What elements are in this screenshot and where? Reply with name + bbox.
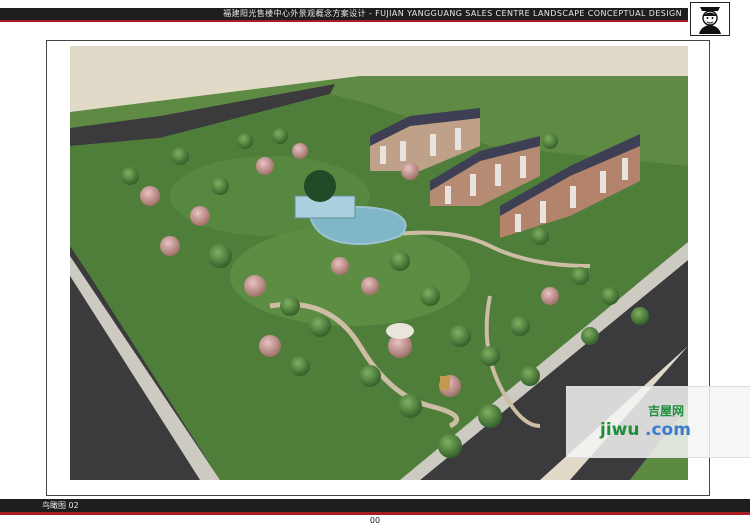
footer-bar — [0, 499, 750, 512]
watermark-name: 吉屋网 — [648, 404, 685, 418]
watermark-brand: jiwu — [600, 420, 640, 440]
portrait-logo-icon — [699, 7, 721, 34]
page-number: 00 — [369, 516, 381, 525]
designer-logo — [690, 2, 730, 36]
header-accent-line — [0, 20, 688, 22]
watermark-domain: .com — [645, 420, 691, 440]
page-title: 福建阳光售楼中心外景观概念方案设计 - FUJIAN YANGGUANG SAL… — [223, 9, 682, 18]
sheet-label: 鸟瞰图 02 — [42, 501, 79, 510]
